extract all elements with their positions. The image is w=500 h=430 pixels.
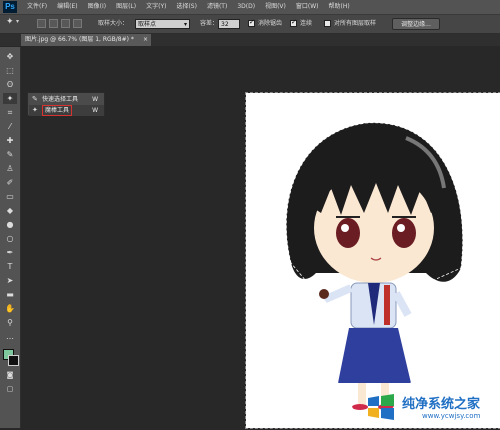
document-tab-title: 图片.jpg @ 66.7% (图层 1, RGB/8#) *: [25, 36, 134, 43]
flyout-magic-wand[interactable]: ✦ 魔棒工具 W: [29, 105, 104, 116]
brush-tool-icon[interactable]: ✎: [3, 149, 17, 160]
tolerance-label: 容差：: [200, 20, 219, 27]
menu-type[interactable]: 文字(Y): [141, 0, 171, 14]
flyout-item-label: 快速选择工具: [42, 96, 79, 103]
intersect-selection-button[interactable]: [73, 19, 82, 28]
sample-size-select[interactable]: 取样点 ▾: [135, 19, 190, 29]
path-selection-icon[interactable]: ➤: [3, 275, 17, 286]
menu-view[interactable]: 视图(V): [260, 0, 291, 14]
hand-tool-icon[interactable]: ✋: [3, 303, 17, 314]
zoom-tool-icon[interactable]: ⚲: [3, 317, 17, 328]
eraser-tool-icon[interactable]: ▭: [3, 191, 17, 202]
photoshop-logo: Ps: [3, 1, 17, 13]
menu-bar: Ps 文件(F) 编辑(E) 图像(I) 图层(L) 文字(Y) 选择(S) 滤…: [0, 0, 500, 15]
magic-wand-icon: ✦: [32, 106, 38, 114]
background-color-swatch[interactable]: [8, 355, 19, 366]
sample-all-layers-label: 对所有图层取样: [334, 20, 377, 27]
magic-wand-tool-icon[interactable]: ✦: [3, 93, 17, 104]
paint-bucket-icon[interactable]: ◆: [3, 205, 17, 216]
menu-window[interactable]: 窗口(W): [291, 0, 324, 14]
dodge-tool-icon[interactable]: ○: [3, 233, 17, 244]
menu-image[interactable]: 图像(I): [83, 0, 111, 14]
magic-wand-preset-icon[interactable]: ✦: [6, 17, 14, 27]
chevron-down-icon: ▾: [183, 21, 187, 28]
lasso-tool-icon[interactable]: ʘ: [3, 79, 17, 90]
marquee-tool-icon[interactable]: ⬚: [3, 65, 17, 76]
selection-tool-flyout: ✎ 快速选择工具 W ✦ 魔棒工具 W: [27, 92, 105, 116]
close-icon[interactable]: ×: [143, 34, 148, 46]
rectangle-tool-icon[interactable]: ▬: [3, 289, 17, 300]
document-canvas[interactable]: [245, 92, 500, 429]
chevron-down-icon[interactable]: ▾: [16, 18, 19, 25]
subtract-selection-button[interactable]: [61, 19, 70, 28]
windows-logo-icon: [368, 394, 394, 420]
menu-filter[interactable]: 滤镜(T): [202, 0, 232, 14]
quick-mask-icon[interactable]: ◙: [3, 370, 17, 381]
quick-selection-icon: ✎: [32, 95, 38, 103]
menu-select[interactable]: 选择(S): [171, 0, 202, 14]
edit-toolbar-icon[interactable]: …: [3, 331, 17, 342]
flyout-item-label: 魔棒工具: [42, 105, 73, 116]
crop-tool-icon[interactable]: ⌗: [3, 107, 17, 118]
watermark-url: www.ycwjsy.com: [422, 412, 481, 420]
contiguous-checkbox[interactable]: [290, 18, 297, 27]
watermark: 纯净系统之家 www.ycwjsy.com: [362, 386, 500, 428]
menu-list: 文件(F) 编辑(E) 图像(I) 图层(L) 文字(Y) 选择(S) 滤镜(T…: [22, 0, 355, 14]
tolerance-input[interactable]: 32: [218, 19, 240, 29]
menu-help[interactable]: 帮助(H): [324, 0, 355, 14]
add-selection-button[interactable]: [49, 19, 58, 28]
sample-size-label: 取样大小：: [98, 20, 129, 27]
eyedropper-tool-icon[interactable]: ⁄: [3, 121, 17, 132]
move-tool-icon[interactable]: ✥: [3, 51, 17, 62]
pen-tool-icon[interactable]: ✒: [3, 247, 17, 258]
chibi-girl-illustration: [285, 122, 464, 412]
clone-stamp-icon[interactable]: ♙: [3, 163, 17, 174]
contiguous-label: 连续: [300, 20, 313, 27]
menu-3d[interactable]: 3D(D): [232, 0, 260, 14]
document-tab[interactable]: 图片.jpg @ 66.7% (图层 1, RGB/8#) * ×: [21, 34, 151, 46]
type-tool-icon[interactable]: T: [3, 261, 17, 272]
flyout-item-shortcut: W: [92, 96, 98, 103]
flyout-quick-selection[interactable]: ✎ 快速选择工具 W: [29, 94, 104, 105]
screen-mode-icon[interactable]: ▢: [3, 384, 17, 395]
antialias-checkbox[interactable]: [248, 18, 255, 27]
menu-file[interactable]: 文件(F): [22, 0, 52, 14]
flyout-item-shortcut: W: [92, 107, 98, 114]
watermark-title: 纯净系统之家: [402, 397, 481, 412]
healing-brush-icon[interactable]: ✚: [3, 135, 17, 146]
sample-all-layers-checkbox[interactable]: [324, 20, 331, 27]
options-bar: ✦ ▾ 取样大小： 取样点 ▾ 容差： 32 消除锯齿 连续 对所有图层取样 调…: [0, 15, 500, 34]
sample-size-value: 取样点: [138, 21, 157, 28]
blur-tool-icon[interactable]: ●: [3, 219, 17, 230]
antialias-label: 消除锯齿: [258, 20, 283, 27]
menu-edit[interactable]: 编辑(E): [52, 0, 82, 14]
refine-edge-button[interactable]: 调整边缘...: [392, 18, 440, 30]
menu-layer[interactable]: 图层(L): [111, 0, 141, 14]
new-selection-button[interactable]: [37, 19, 46, 28]
history-brush-icon[interactable]: ✐: [3, 177, 17, 188]
